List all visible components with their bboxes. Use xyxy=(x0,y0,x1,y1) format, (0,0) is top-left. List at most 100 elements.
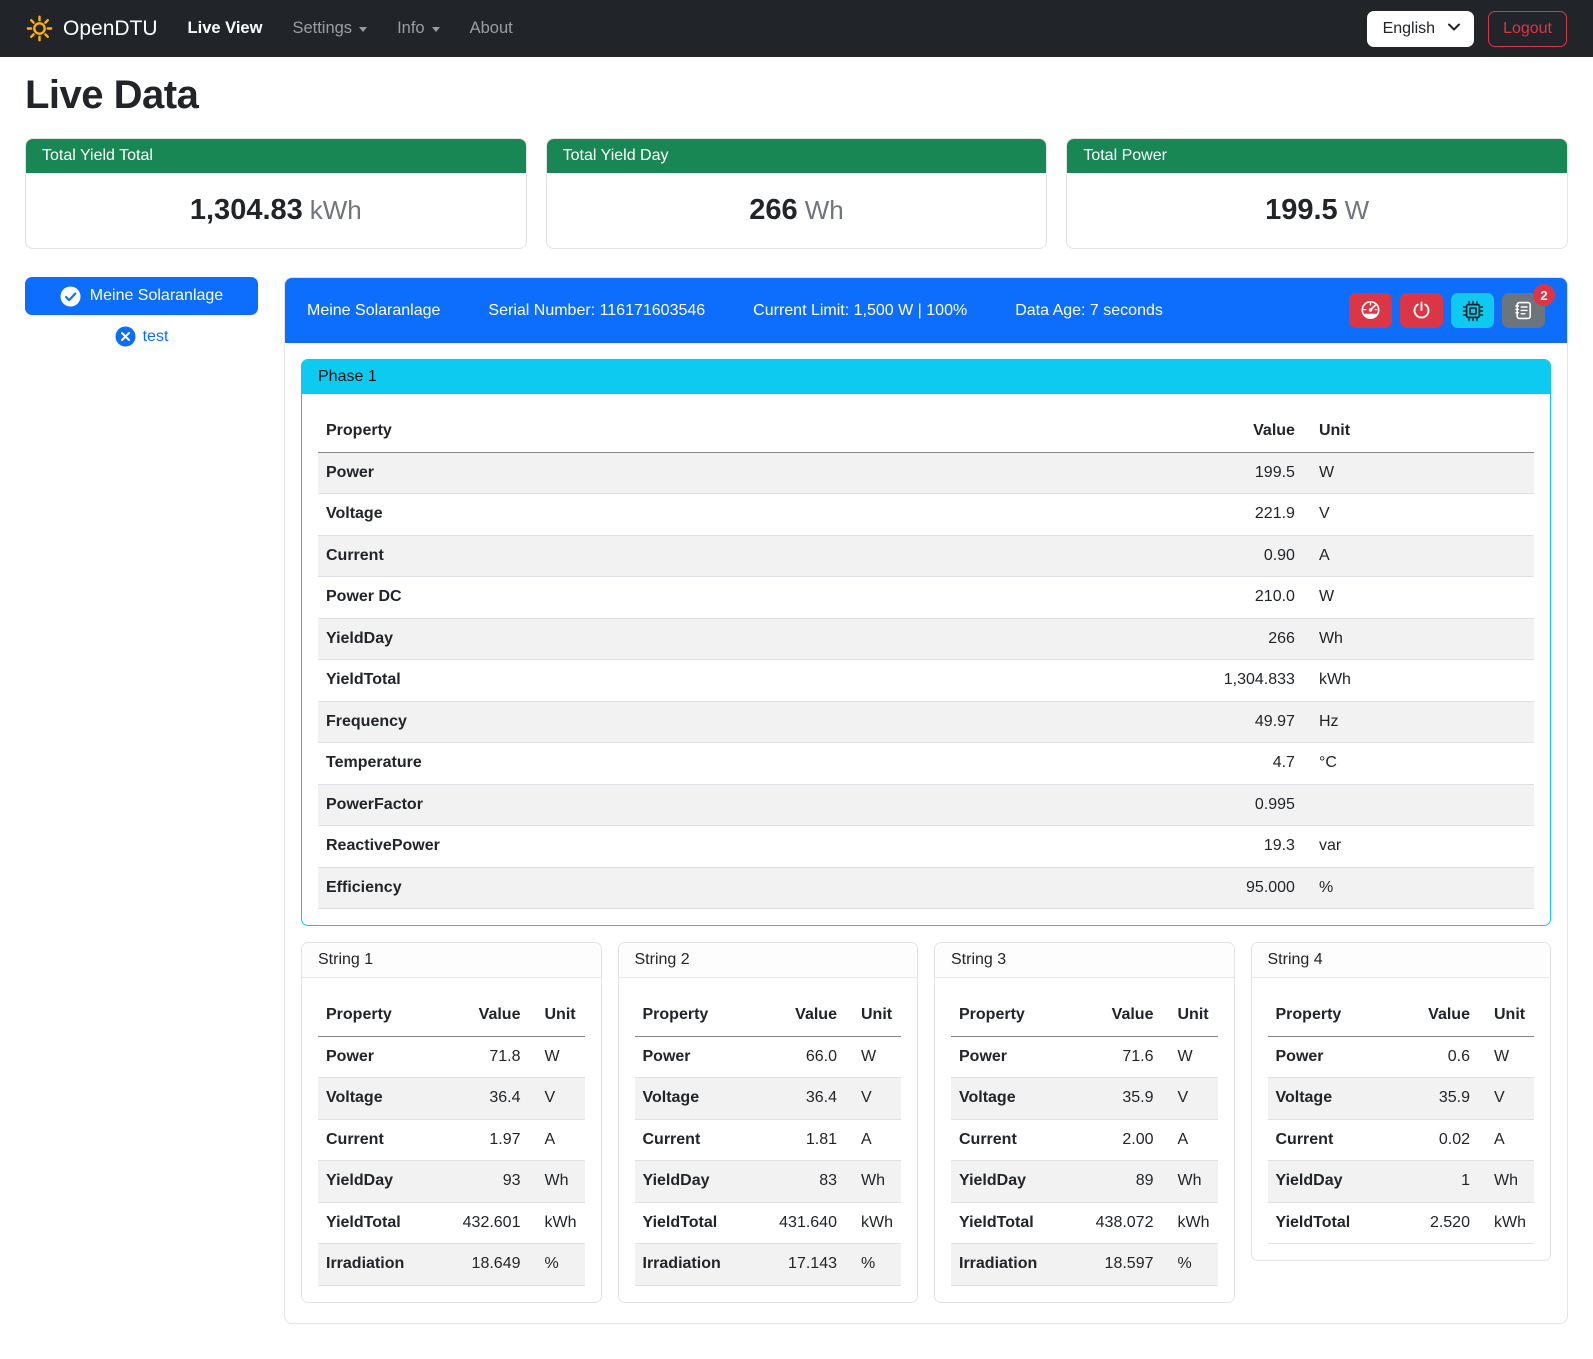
column-header-unit: Unit xyxy=(1478,995,1534,1036)
string-3-card: String 3 Property Value Unit xyxy=(934,942,1235,1303)
property-cell: Voltage xyxy=(1268,1078,1401,1120)
value-cell: 221.9 xyxy=(1145,494,1303,536)
value-cell: 431.640 xyxy=(766,1202,845,1244)
value-cell: 93 xyxy=(450,1161,529,1203)
card-title: Total Power xyxy=(1067,139,1567,173)
string-1-card: String 1 Property Value Unit xyxy=(301,942,602,1303)
value-cell: 17.143 xyxy=(766,1244,845,1286)
property-cell: YieldDay xyxy=(318,1161,450,1203)
unit-cell: V xyxy=(528,1078,584,1120)
nav-item-settings[interactable]: Settings xyxy=(292,19,367,38)
unit-cell: % xyxy=(1303,867,1534,909)
unit-cell: A xyxy=(1303,535,1534,577)
table-row: Power71.6W xyxy=(951,1036,1218,1078)
property-cell: Voltage xyxy=(318,494,1145,536)
property-cell: YieldTotal xyxy=(318,1202,450,1244)
property-cell: Temperature xyxy=(318,743,1145,785)
unit-cell: A xyxy=(1478,1119,1534,1161)
nav-links: Live View Settings Info About xyxy=(188,19,543,38)
property-cell: YieldTotal xyxy=(951,1202,1083,1244)
unit-cell: kWh xyxy=(528,1202,584,1244)
value-cell: 1 xyxy=(1401,1161,1478,1203)
total-yield-day-card: Total Yield Day 266Wh xyxy=(546,138,1048,249)
unit-cell: A xyxy=(528,1119,584,1161)
phase-card-title: Phase 1 xyxy=(302,360,1550,394)
event-log-button[interactable]: 2 xyxy=(1502,293,1545,328)
unit-cell: W xyxy=(528,1036,584,1078)
inverter-select-label: Meine Solaranlage xyxy=(90,287,223,305)
chevron-down-icon xyxy=(1447,20,1461,38)
nav-item-label: Info xyxy=(397,19,425,38)
page-title: Live Data xyxy=(25,73,1568,118)
column-header-unit: Unit xyxy=(845,995,901,1036)
unit-cell: % xyxy=(528,1244,584,1286)
unit-cell: W xyxy=(1303,452,1534,494)
property-cell: Current xyxy=(318,535,1145,577)
brand[interactable]: OpenDTU xyxy=(26,15,158,42)
table-row: Temperature4.7°C xyxy=(318,743,1534,785)
string-card-title: String 2 xyxy=(619,943,918,978)
inverter-card-body: Phase 1 Property Value Unit xyxy=(285,343,1567,1323)
column-header-value: Value xyxy=(1145,411,1303,452)
unit-cell: Hz xyxy=(1303,701,1534,743)
table-header-row: Property Value Unit xyxy=(635,995,902,1036)
limit-settings-button[interactable] xyxy=(1349,293,1392,328)
value-cell: 2.00 xyxy=(1083,1119,1162,1161)
phase-card-body: Property Value Unit Power199.5WVoltage22… xyxy=(302,394,1550,925)
journal-text-icon xyxy=(1513,300,1534,321)
strings-row: String 1 Property Value Unit xyxy=(301,942,1551,1303)
table-row: YieldDay266Wh xyxy=(318,618,1534,660)
value-cell: 0.90 xyxy=(1145,535,1303,577)
power-toggle-button[interactable] xyxy=(1400,293,1443,328)
table-row: Current0.02A xyxy=(1268,1119,1535,1161)
unit-cell: A xyxy=(845,1119,901,1161)
table-row: Irradiation18.649% xyxy=(318,1244,585,1286)
table-row: Current1.97A xyxy=(318,1119,585,1161)
inverter-serial: Serial Number: 116171603546 xyxy=(488,302,705,320)
property-cell: Power xyxy=(318,1036,450,1078)
string-card-title: String 1 xyxy=(302,943,601,978)
value-cell: 266 xyxy=(1145,618,1303,660)
string-card-title: String 4 xyxy=(1252,943,1551,978)
column-header-value: Value xyxy=(1083,995,1162,1036)
unit-cell: °C xyxy=(1303,743,1534,785)
inverter-nav: Meine Solaranlage test xyxy=(25,277,258,347)
nav-item-live-view[interactable]: Live View xyxy=(188,19,263,38)
value-cell: 432.601 xyxy=(450,1202,529,1244)
value-cell: 35.9 xyxy=(1401,1078,1478,1120)
logout-button[interactable]: Logout xyxy=(1488,11,1567,47)
table-row: Power0.6W xyxy=(1268,1036,1535,1078)
unit-cell: var xyxy=(1303,826,1534,868)
value-cell: 49.97 xyxy=(1145,701,1303,743)
language-select[interactable]: English xyxy=(1367,11,1474,47)
card-value: 1,304.83 xyxy=(190,194,303,226)
inverter-actions: 2 xyxy=(1349,293,1545,328)
table-row: Power199.5W xyxy=(318,452,1534,494)
table-row: Irradiation17.143% xyxy=(635,1244,902,1286)
property-cell: YieldTotal xyxy=(635,1202,767,1244)
top-navbar: OpenDTU Live View Settings Info About En… xyxy=(0,0,1593,57)
card-value: 266 xyxy=(749,194,797,226)
nav-item-about[interactable]: About xyxy=(470,19,513,38)
property-cell: Power xyxy=(951,1036,1083,1078)
unit-cell: W xyxy=(1478,1036,1534,1078)
x-circle-icon xyxy=(115,326,136,347)
column-header-property: Property xyxy=(951,995,1083,1036)
table-row: ReactivePower19.3var xyxy=(318,826,1534,868)
inverter-test-link[interactable]: test xyxy=(115,326,169,347)
property-cell: Current xyxy=(951,1119,1083,1161)
string-card-body: Property Value Unit Power0.6WVoltage35.9… xyxy=(1252,978,1551,1260)
table-row: PowerFactor0.995 xyxy=(318,784,1534,826)
inverter-select-button[interactable]: Meine Solaranlage xyxy=(25,277,258,315)
table-row: Voltage35.9V xyxy=(951,1078,1218,1120)
table-row: YieldTotal432.601kWh xyxy=(318,1202,585,1244)
device-info-button[interactable] xyxy=(1451,293,1494,328)
table-row: Power71.8W xyxy=(318,1036,585,1078)
inverter-card: Meine Solaranlage Serial Number: 1161716… xyxy=(284,277,1568,1324)
property-cell: Irradiation xyxy=(318,1244,450,1286)
value-cell: 18.597 xyxy=(1083,1244,1162,1286)
card-unit: W xyxy=(1345,195,1370,225)
nav-item-info[interactable]: Info xyxy=(397,19,440,38)
value-cell: 18.649 xyxy=(450,1244,529,1286)
property-cell: YieldDay xyxy=(951,1161,1083,1203)
